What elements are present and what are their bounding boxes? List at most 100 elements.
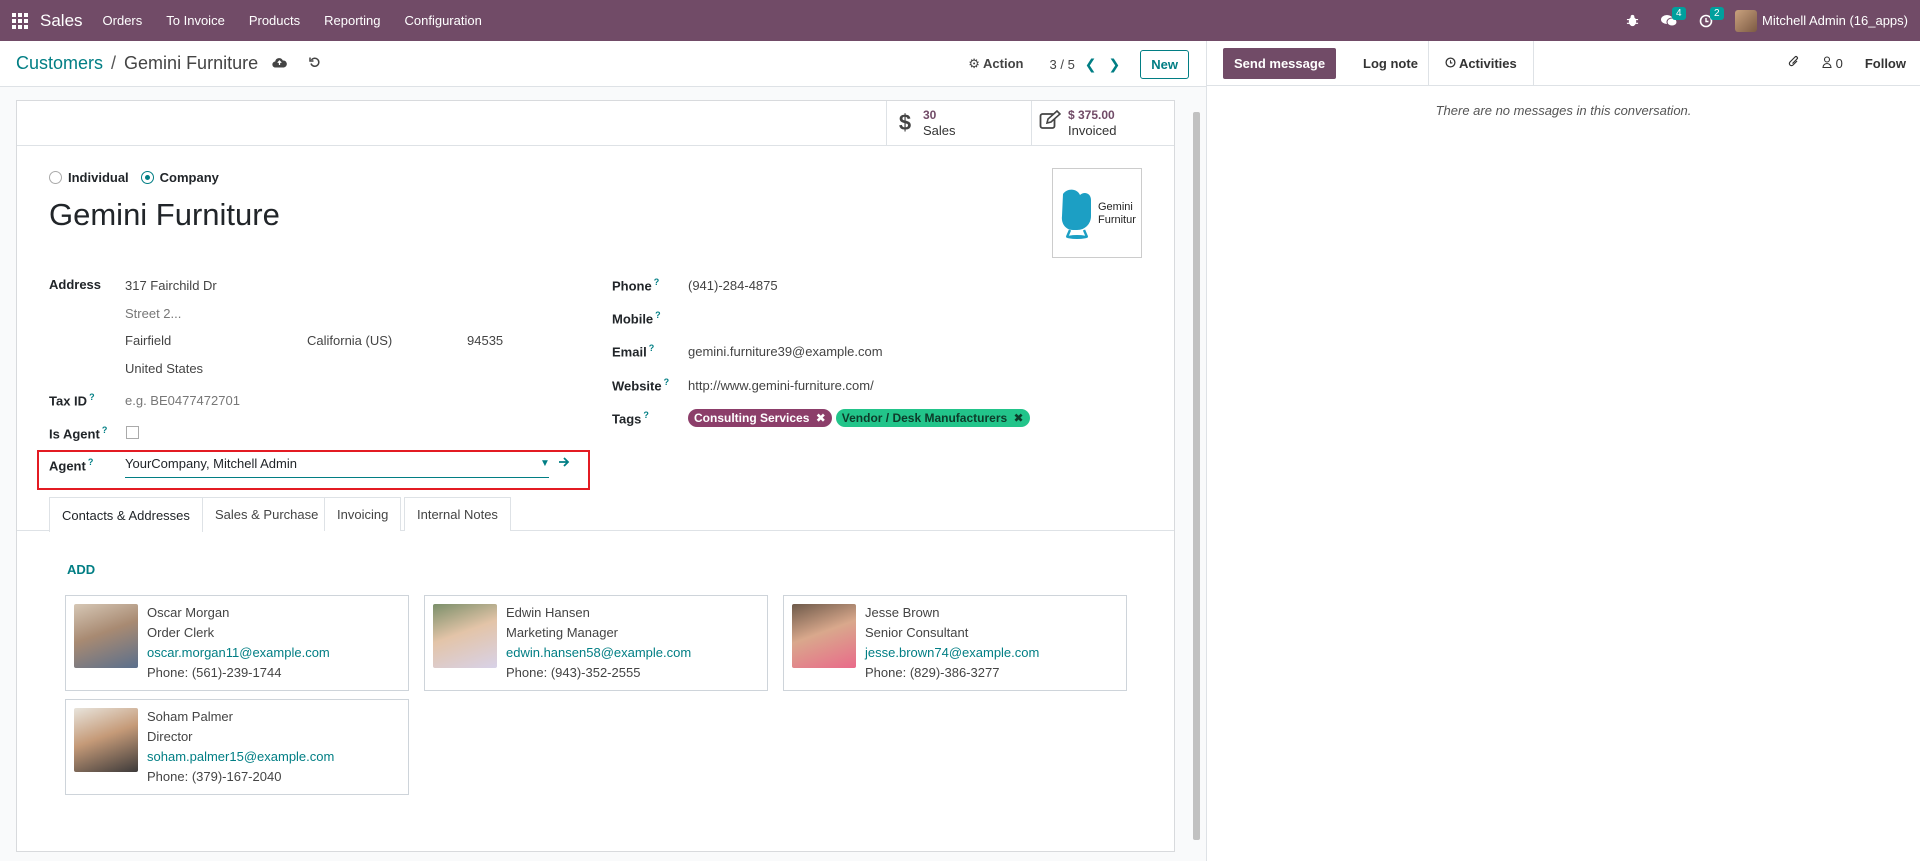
phone-field[interactable]: (941)-284-4875 [688, 278, 778, 293]
sales-label: Sales [923, 123, 956, 138]
pager-value[interactable]: 3 / 5 [1050, 57, 1075, 72]
tab-invoicing[interactable]: Invoicing [324, 497, 402, 531]
is-agent-checkbox[interactable] [126, 426, 139, 439]
contact-email[interactable]: edwin.hansen58@example.com [506, 643, 691, 663]
discard-undo-icon[interactable] [309, 56, 321, 71]
company-label[interactable]: Company [160, 170, 219, 185]
contact-phone: Phone: (943)-352-2555 [506, 665, 641, 680]
notebook-tabs: Contacts & Addresses Sales & Purchase In… [17, 497, 1174, 532]
mobile-field[interactable] [688, 311, 1068, 329]
invoiced-amount: $ 375.00 [1068, 108, 1115, 122]
contact-photo [792, 604, 856, 668]
contact-email[interactable]: soham.palmer15@example.com [147, 747, 334, 767]
menu-products[interactable]: Products [249, 13, 300, 28]
pager-previous-icon[interactable]: ❮ [1085, 56, 1097, 73]
help-tooltip-icon[interactable]: ? [102, 425, 108, 435]
invoiced-label: Invoiced [1068, 123, 1117, 138]
chatter-panel: Send message Log note Activities 0 Follo… [1206, 40, 1920, 861]
breadcrumb-separator: / [111, 53, 117, 73]
action-menu-button[interactable]: ⚙ Action [968, 56, 1023, 72]
form-scrollbar[interactable] [1190, 100, 1202, 852]
scrollbar-thumb[interactable] [1193, 112, 1200, 840]
add-contact-button[interactable]: ADD [67, 562, 95, 577]
help-tooltip-icon[interactable]: ? [643, 410, 649, 420]
send-message-button[interactable]: Send message [1223, 47, 1337, 79]
dropdown-caret-icon[interactable]: ▼ [540, 458, 550, 469]
tags-label: Tags? [612, 410, 649, 427]
company-radio[interactable] [140, 171, 154, 184]
street2-field[interactable]: Street 2... [125, 306, 181, 321]
contact-email[interactable]: oscar.morgan11@example.com [147, 643, 330, 663]
email-field[interactable]: gemini.furniture39@example.com [688, 344, 883, 359]
attachment-paperclip-icon[interactable] [1788, 55, 1800, 72]
email-label: Email? [612, 343, 655, 360]
mobile-label: Mobile? [612, 310, 661, 327]
followers-button[interactable]: 0 [1822, 56, 1843, 71]
breadcrumb-customers-link[interactable]: Customers [16, 53, 103, 74]
company-logo[interactable]: Gemini Furniture [1052, 168, 1142, 258]
contact-card[interactable]: Oscar Morgan Order Clerk oscar.morgan11@… [65, 595, 409, 691]
street-field[interactable]: 317 Fairchild Dr [125, 278, 217, 293]
user-menu[interactable]: Mitchell Admin (16_apps) [1735, 9, 1908, 32]
partner-name-field[interactable]: Gemini Furniture [49, 197, 280, 233]
city-field[interactable]: Fairfield [125, 333, 171, 348]
help-tooltip-icon[interactable]: ? [664, 377, 670, 387]
tax-id-label: Tax ID? [49, 392, 95, 409]
tab-sales-purchase[interactable]: Sales & Purchase [202, 497, 332, 531]
menu-reporting[interactable]: Reporting [324, 13, 380, 28]
tag-remove-icon[interactable]: ✖ [816, 411, 826, 425]
log-note-button[interactable]: Log note [1353, 40, 1429, 86]
tag-vendor-desk-manufacturers[interactable]: Vendor / Desk Manufacturers ✖ [835, 409, 1030, 427]
help-tooltip-icon[interactable]: ? [88, 457, 94, 467]
agent-label: Agent? [49, 457, 94, 474]
tag-consulting-services[interactable]: Consulting Services ✖ [688, 409, 832, 427]
country-field[interactable]: United States [125, 361, 203, 376]
tab-contacts-addresses[interactable]: Contacts & Addresses [49, 497, 203, 532]
tags-field[interactable]: Consulting Services ✖ Vendor / Desk Manu… [688, 409, 1034, 427]
help-tooltip-icon[interactable]: ? [89, 392, 95, 402]
app-name[interactable]: Sales [40, 11, 83, 31]
messages-icon[interactable]: 4 [1661, 6, 1686, 28]
contact-phone: Phone: (829)-386-3277 [865, 665, 1000, 680]
tag-label: Vendor / Desk Manufacturers [841, 411, 1008, 425]
breadcrumb-current: Gemini Furniture [124, 53, 259, 73]
help-tooltip-icon[interactable]: ? [655, 310, 661, 320]
internal-link-arrow-icon[interactable] [558, 456, 570, 471]
menu-orders[interactable]: Orders [103, 13, 143, 28]
contact-photo [74, 604, 138, 668]
activities-clock-icon[interactable]: 2 [1699, 6, 1724, 28]
debug-bug-icon[interactable] [1626, 14, 1639, 27]
individual-label[interactable]: Individual [68, 170, 129, 185]
invoiced-smart-button[interactable]: $ 375.00 Invoiced [1031, 101, 1176, 145]
agent-input[interactable]: YourCompany, Mitchell Admin [125, 456, 549, 478]
help-tooltip-icon[interactable]: ? [649, 343, 655, 353]
save-cloud-icon[interactable] [272, 56, 287, 71]
new-button[interactable]: New [1140, 49, 1189, 79]
follow-button[interactable]: Follow [1865, 56, 1906, 71]
pager-next-icon[interactable]: ❯ [1109, 56, 1121, 73]
contact-photo [433, 604, 497, 668]
state-field[interactable]: California (US) [307, 333, 392, 348]
contact-email[interactable]: jesse.brown74@example.com [865, 643, 1039, 663]
activities-button[interactable]: Activities [1429, 40, 1534, 86]
contact-card[interactable]: Jesse Brown Senior Consultant jesse.brow… [783, 595, 1127, 691]
tax-id-field[interactable]: e.g. BE0477472701 [125, 393, 240, 408]
individual-radio[interactable] [49, 171, 62, 184]
messages-count-badge: 4 [1672, 6, 1686, 20]
contact-name: Oscar Morgan [147, 605, 230, 620]
contact-name: Jesse Brown [865, 605, 940, 620]
is-agent-label: Is Agent? [49, 425, 108, 442]
menu-to-invoice[interactable]: To Invoice [166, 13, 225, 28]
contact-card[interactable]: Edwin Hansen Marketing Manager edwin.han… [424, 595, 768, 691]
menu-configuration[interactable]: Configuration [405, 13, 482, 28]
user-avatar [1735, 9, 1758, 32]
help-tooltip-icon[interactable]: ? [654, 277, 660, 287]
contact-card[interactable]: Soham Palmer Director soham.palmer15@exa… [65, 699, 409, 795]
apps-menu-icon[interactable] [2, 0, 38, 41]
sales-smart-button[interactable]: $ 30 Sales [886, 101, 1031, 145]
company-type-selector: Individual Company [49, 170, 219, 185]
tab-internal-notes[interactable]: Internal Notes [404, 497, 511, 531]
website-field[interactable]: http://www.gemini-furniture.com/ [688, 378, 874, 393]
tag-remove-icon[interactable]: ✖ [1014, 411, 1024, 425]
zip-field[interactable]: 94535 [467, 333, 503, 348]
